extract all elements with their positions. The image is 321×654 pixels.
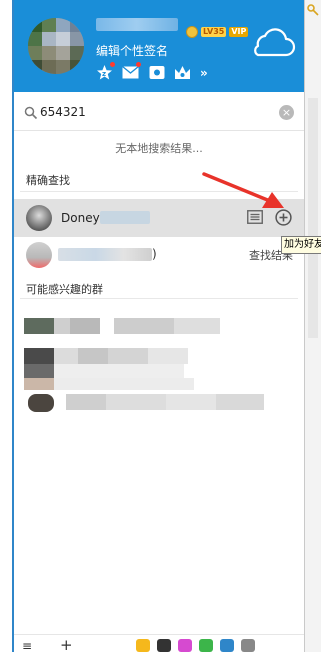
profile-header: LV35 VIP 编辑个性签名 z » <box>14 0 304 92</box>
apps-grid-icon[interactable] <box>241 639 255 652</box>
search-input[interactable] <box>40 104 270 120</box>
result-user-name: Doney <box>61 211 100 225</box>
search-icon <box>24 106 38 120</box>
result-user-name-redacted <box>100 211 150 224</box>
cloud-icon[interactable] <box>246 26 296 58</box>
user-avatar[interactable] <box>28 18 84 74</box>
add-button[interactable]: + <box>60 636 73 654</box>
level-badge: LV35 <box>201 27 227 37</box>
result-name-redacted <box>58 248 152 261</box>
result-user-avatar <box>26 205 52 231</box>
suggested-groups-list[interactable] <box>14 300 304 420</box>
coin-icon <box>186 26 198 38</box>
result-avatar <box>26 242 52 268</box>
penguin-icon[interactable] <box>157 639 171 652</box>
footer-app-icons <box>136 639 255 652</box>
header-app-icons: z » <box>96 62 208 81</box>
wallet-icon[interactable] <box>148 64 165 81</box>
nickname-redacted <box>96 18 178 31</box>
main-menu-button[interactable]: ≡ <box>22 639 32 653</box>
flower-icon[interactable] <box>178 639 192 652</box>
annotation-arrow <box>202 172 284 208</box>
profile-card-icon[interactable] <box>247 210 263 224</box>
key-icon <box>307 4 319 16</box>
suggested-groups-heading: 可能感兴趣的群 <box>26 283 103 296</box>
signature-edit[interactable]: 编辑个性签名 <box>96 42 168 59</box>
shield-icon[interactable] <box>220 639 234 652</box>
result-name-suffix: ) <box>152 247 157 261</box>
qzone-star-icon[interactable]: z <box>96 62 115 81</box>
search-result-row[interactable]: ) 查找结果 <box>14 240 304 270</box>
background-scrollbar <box>308 98 318 338</box>
notification-dot <box>110 62 115 67</box>
game-icon[interactable] <box>136 639 150 652</box>
add-friend-tooltip: 加为好友 <box>281 236 321 254</box>
crown-icon[interactable] <box>174 64 191 81</box>
svg-text:z: z <box>102 70 106 78</box>
section-divider <box>20 298 298 299</box>
vip-level-badge[interactable]: LV35 VIP <box>186 26 249 38</box>
more-apps-chevron[interactable]: » <box>200 66 208 80</box>
search-bar: × <box>14 96 304 131</box>
exact-search-heading: 精确查找 <box>26 174 70 187</box>
notification-dot <box>136 62 141 67</box>
photo-icon[interactable] <box>199 639 213 652</box>
background-window-strip <box>305 0 321 652</box>
no-local-results-text: 无本地搜索结果... <box>115 142 203 155</box>
mail-icon[interactable] <box>122 62 141 81</box>
clear-search-icon[interactable]: × <box>279 105 294 120</box>
footer-divider <box>14 634 304 635</box>
